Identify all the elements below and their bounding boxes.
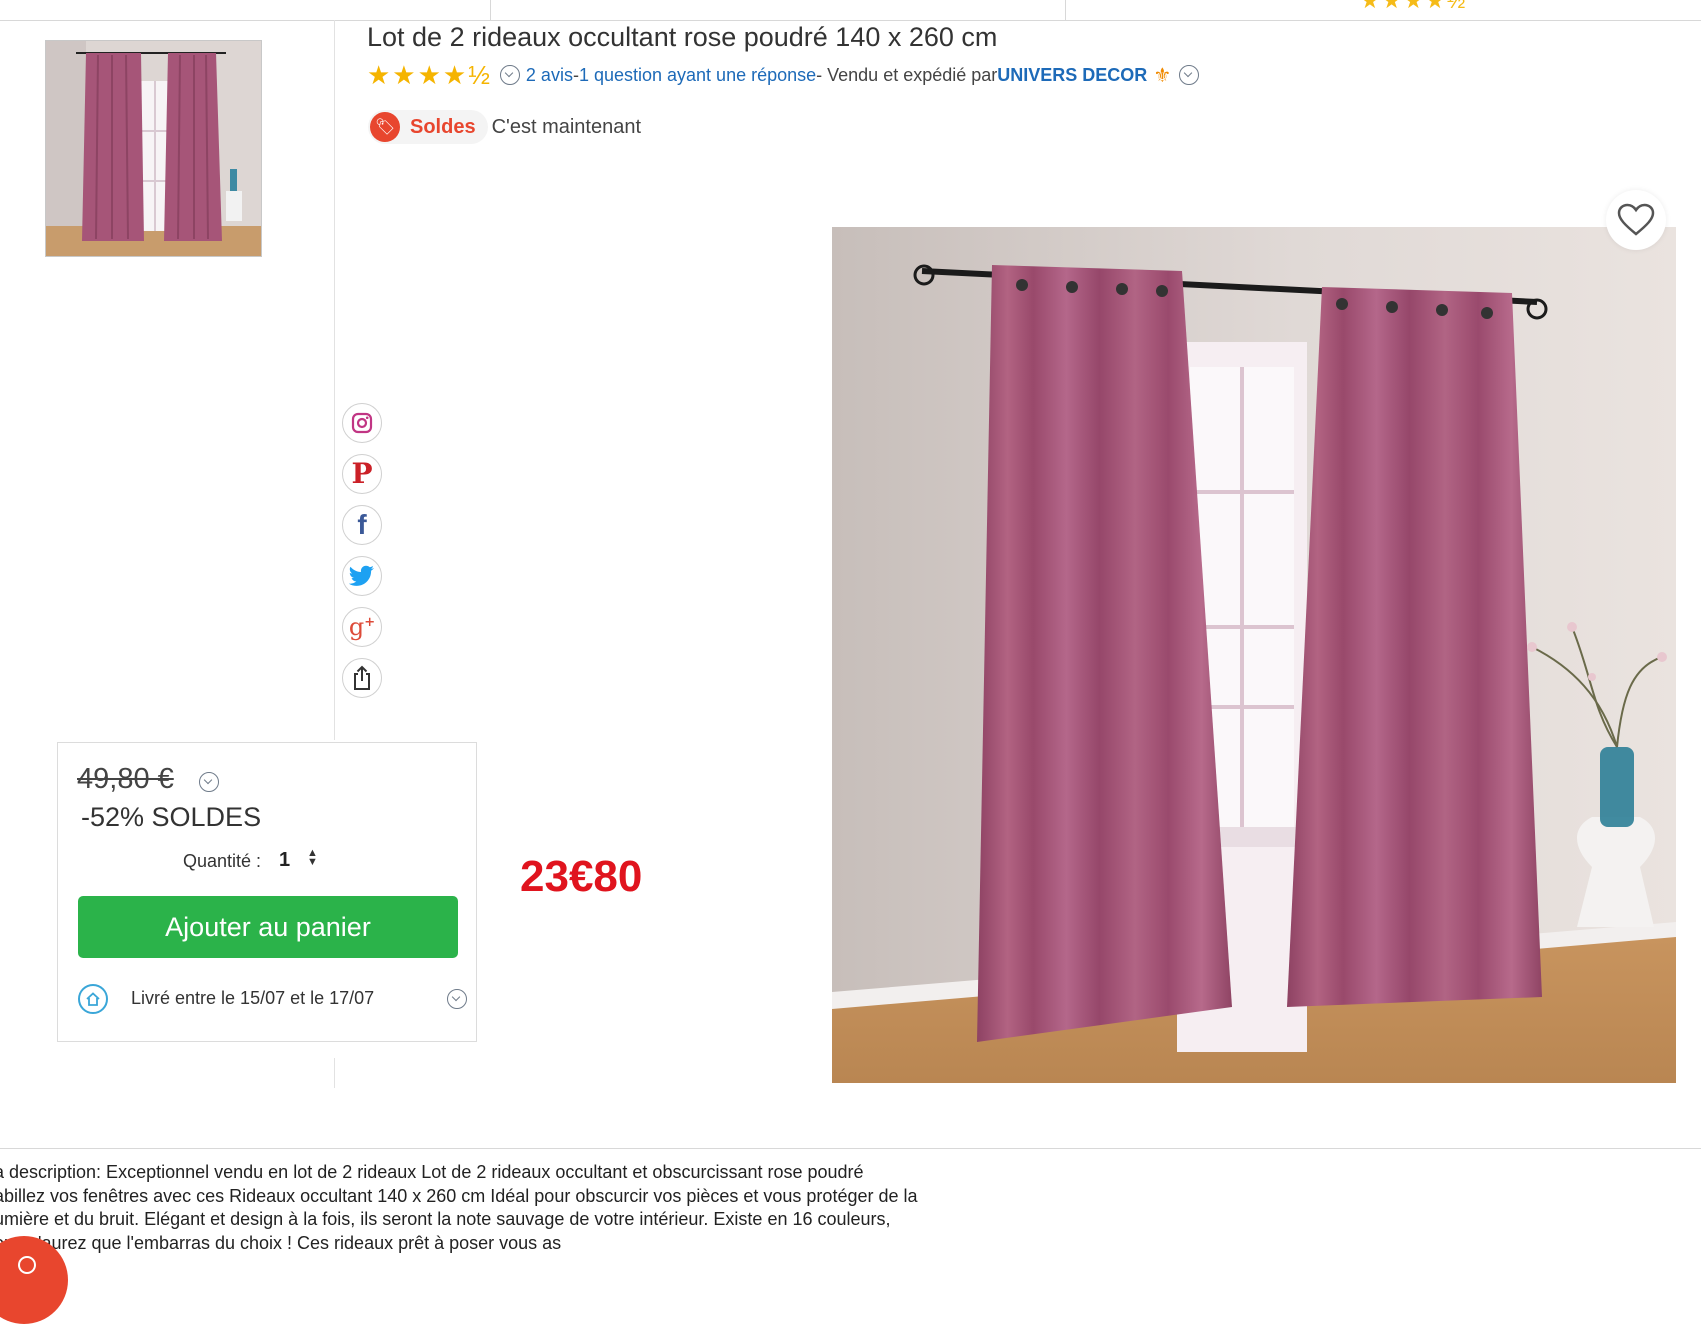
chevron-down-icon[interactable] xyxy=(499,65,520,85)
curtain-thumbnail-image xyxy=(46,41,261,256)
quantity-stepper-icon[interactable]: ▲ ▼ xyxy=(307,848,318,868)
delivery-estimate: Livré entre le 15/07 et le 17/07 xyxy=(131,988,375,1008)
discount-label: -52% SOLDES xyxy=(81,802,262,832)
sale-badge-label: Soldes xyxy=(410,115,476,138)
rating-line: ★★★★½ 2 avis - 1 question ayant une répo… xyxy=(367,60,1205,90)
promo-banner: 🏷 Soldes C'est maintenant xyxy=(368,110,641,144)
seller-laurel-icon: ⚜ xyxy=(1153,64,1172,87)
reviews-link[interactable]: 2 avis xyxy=(526,65,573,86)
quantity-value[interactable]: 1 xyxy=(279,849,290,872)
description-line: umière et du bruit. Elégant et design à … xyxy=(0,1209,891,1229)
tag-icon: 🏷 xyxy=(370,112,400,142)
seller-link[interactable]: UNIVERS DECOR xyxy=(997,65,1147,86)
rating-stars[interactable]: ★★★★½ xyxy=(367,62,492,88)
questions-link[interactable]: 1 question ayant une réponse xyxy=(579,65,816,86)
old-price: 49,80 € xyxy=(77,763,174,795)
chevron-down-icon[interactable] xyxy=(1179,65,1200,85)
top-divider xyxy=(0,20,1701,21)
home-delivery-icon xyxy=(78,984,108,1014)
chat-icon xyxy=(18,1256,36,1274)
column-divider xyxy=(334,1058,335,1088)
quantity-label: Quantité : xyxy=(183,851,262,871)
top-divider-tick xyxy=(490,0,491,20)
sold-by-text: - Vendu et expédié par xyxy=(816,64,998,85)
twitter-icon[interactable] xyxy=(342,556,382,596)
wishlist-heart-icon[interactable] xyxy=(1606,190,1666,250)
sale-tagline: C'est maintenant xyxy=(491,115,642,138)
product-description: a description: Exceptionnel vendu en lot… xyxy=(0,1161,984,1255)
chevron-down-icon[interactable] xyxy=(199,772,219,792)
facebook-icon[interactable]: f xyxy=(342,505,382,545)
pinterest-icon[interactable]: P xyxy=(342,454,382,494)
top-rating-stars: ★★★★½ xyxy=(1360,0,1468,13)
column-divider xyxy=(334,20,335,740)
google-plus-icon[interactable]: g+ xyxy=(342,607,382,647)
description-line: ous n'aurez que l'embarras du choix ! Ce… xyxy=(0,1232,562,1253)
product-main-image[interactable] xyxy=(832,227,1676,1083)
curtain-main-image xyxy=(832,227,1676,1083)
sale-price: 23€80 xyxy=(520,852,643,901)
product-title: Lot de 2 rideaux occultant rose poudré 1… xyxy=(367,22,998,52)
description-line: a description: Exceptionnel vendu en lot… xyxy=(0,1162,864,1182)
description-line: abillez vos fenêtres avec ces Rideaux oc… xyxy=(0,1185,918,1206)
sale-badge: 🏷 Soldes xyxy=(368,110,488,144)
add-to-cart-button[interactable]: Ajouter au panier xyxy=(78,896,458,958)
top-divider-tick xyxy=(1065,0,1066,20)
instagram-icon[interactable] xyxy=(342,403,382,443)
description-divider xyxy=(0,1148,1701,1149)
product-thumbnail[interactable] xyxy=(45,40,262,257)
share-icon[interactable] xyxy=(342,658,382,698)
